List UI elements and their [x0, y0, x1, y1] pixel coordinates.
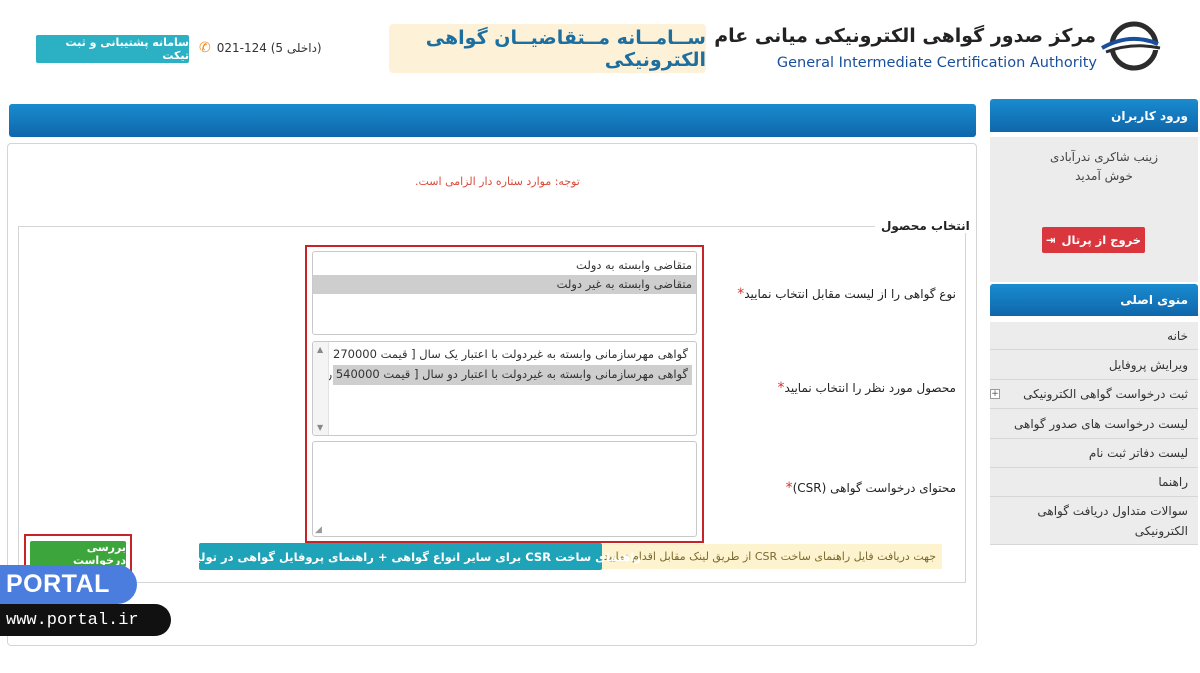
menu-header: منوی اصلی [990, 284, 1198, 316]
logout-icon: ⇥ [1045, 233, 1056, 247]
logout-button[interactable]: خروج از پرتال ⇥ [1042, 227, 1145, 253]
menu-item-help[interactable]: راهنما [990, 468, 1198, 497]
support-ticket-button[interactable]: سامانه پشتیبانی و ثبت تیکت [36, 35, 189, 63]
cert-type-listbox[interactable]: متقاضی وابسته به دولت متقاضی وابسته به غ… [312, 251, 697, 335]
menu-item-label: لیست درخواست های صدور گواهی [1014, 416, 1188, 431]
menu-item-label: ثبت درخواست گواهی الکترونیکی [1023, 387, 1188, 401]
gica-logo-icon [1100, 18, 1162, 74]
cert-type-option[interactable]: متقاضی وابسته به دولت [313, 256, 696, 275]
required-notice: توجه: موارد ستاره دار الزامی است. [415, 175, 580, 188]
menu-item-request-list[interactable]: لیست درخواست های صدور گواهی [990, 409, 1198, 439]
support-phone: (داخلی 5) 124-021 ✆ [199, 40, 322, 56]
required-mark: * [785, 480, 793, 496]
product-option-selected[interactable]: گواهی مهرسازمانی وابسته به غیردولت با اع… [313, 365, 692, 385]
product-listbox-scrollbar[interactable]: ▲ ▼ [313, 342, 329, 435]
portal-watermark-url: www.portal.ir [0, 604, 171, 636]
menu-item-faq[interactable]: سوالات متداول دریافت گواهی الکترونیکی [990, 497, 1198, 545]
required-mark: * [777, 380, 785, 396]
main-header-bar [9, 104, 976, 137]
scroll-up-icon[interactable]: ▲ [317, 345, 323, 354]
main-menu: خانه ویرایش پروفایل ثبت درخواست گواهی ال… [990, 322, 1198, 545]
menu-item-label: ویرایش پروفایل [1108, 357, 1188, 372]
cert-type-label-text: نوع گواهی را از لیست مقابل انتخاب نمایید [744, 287, 956, 301]
product-fieldset-legend: انتخاب محصول [875, 219, 976, 233]
menu-item-new-request[interactable]: ثبت درخواست گواهی الکترونیکی + [990, 380, 1198, 409]
org-name-fa: مرکز صدور گواهی الکترونیکی میانی عام [714, 25, 1096, 47]
logout-button-label: خروج از پرتال [1061, 233, 1142, 247]
user-name: زینب شاکری ندرآبادی [1049, 150, 1159, 164]
csr-guide-button[interactable]: راهنمای ساخت CSR برای سایر انواع گواهی +… [160, 543, 641, 570]
menu-item-registration-offices[interactable]: لیست دفاتر ثبت نام [990, 439, 1198, 468]
menu-item-label: راهنما [1158, 475, 1188, 489]
portal-watermark-logo: PORTAL [0, 565, 137, 604]
scroll-down-icon[interactable]: ▼ [317, 423, 323, 432]
resize-grip-icon[interactable]: ◢ [315, 525, 322, 535]
menu-item-label: خانه [1167, 328, 1188, 343]
phone-icon: ✆ [199, 40, 211, 56]
org-name-en: General Intermediate Certification Autho… [776, 55, 1097, 71]
menu-item-home[interactable]: خانه [990, 322, 1198, 350]
menu-item-label: سوالات متداول دریافت گواهی الکترونیکی [1037, 503, 1188, 538]
welcome-text: خوش آمدید [1075, 169, 1133, 183]
product-listbox[interactable]: گواهی مهرسازمانی وابسته به غیردولت با اع… [312, 341, 697, 436]
system-title: ســامــانه مــتقاضیــان گواهی الکترونیکی [389, 24, 706, 73]
product-option[interactable]: گواهی مهرسازمانی وابسته به غیردولت با اع… [313, 345, 692, 365]
csr-label-text: محتوای درخواست گواهی (CSR) [792, 481, 956, 495]
product-label-text: محصول مورد نظر را انتخاب نمایید [784, 381, 956, 395]
csr-label: محتوای درخواست گواهی (CSR)* [783, 480, 956, 496]
menu-item-edit-profile[interactable]: ویرایش پروفایل [990, 350, 1198, 380]
csr-help-text: جهت دریافت فایل راهنمای ساخت CSR از طریق… [600, 544, 942, 569]
csr-textarea[interactable]: ◢ [312, 441, 697, 537]
login-header: ورود کاربران [990, 99, 1198, 132]
cert-type-label: نوع گواهی را از لیست مقابل انتخاب نمایید… [734, 286, 956, 302]
review-request-button[interactable]: بررسی درخواست [30, 541, 126, 567]
cert-type-option-selected[interactable]: متقاضی وابسته به غیر دولت [313, 275, 696, 294]
product-label: محصول مورد نظر را انتخاب نمایید* [775, 380, 956, 396]
expand-plus-icon[interactable]: + [990, 389, 1000, 399]
menu-item-label: لیست دفاتر ثبت نام [1088, 446, 1188, 460]
support-phone-number: (داخلی 5) 124-021 [216, 41, 322, 55]
